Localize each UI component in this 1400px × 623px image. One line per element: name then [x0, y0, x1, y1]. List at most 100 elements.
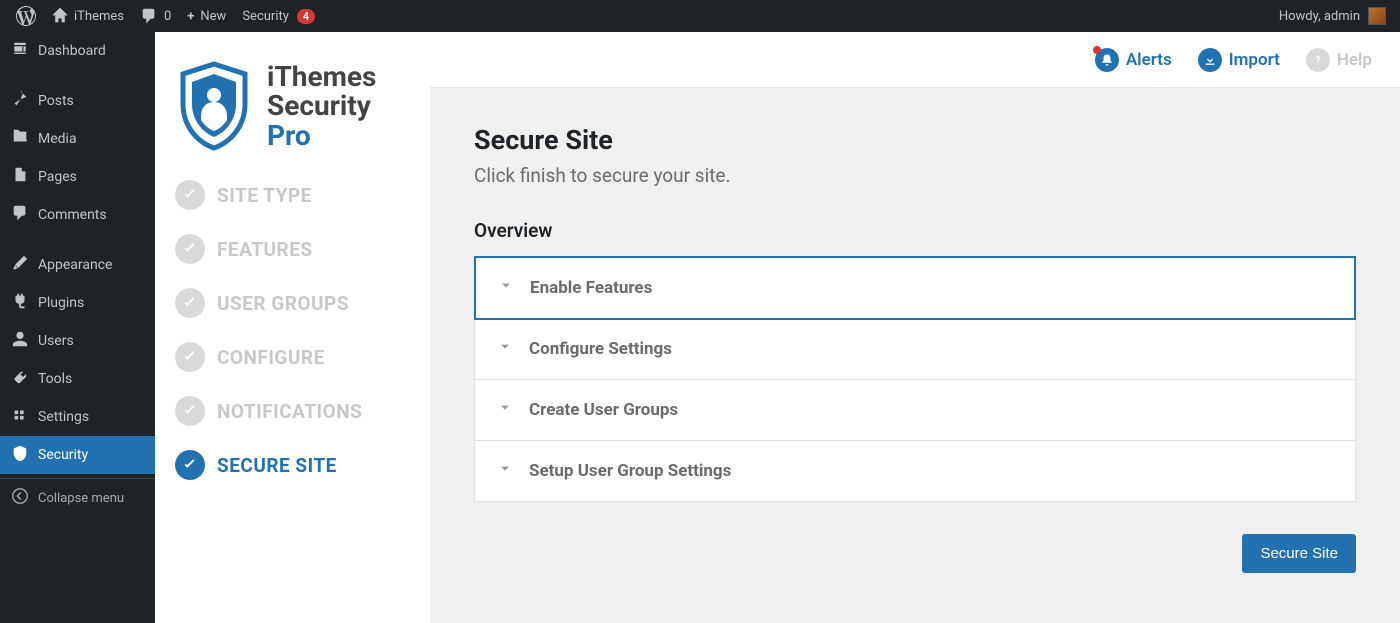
page-title: Secure Site [474, 124, 1356, 156]
greeting-text: Howdy, admin [1279, 9, 1360, 24]
comments-icon [10, 204, 30, 226]
security-label: Security [242, 9, 289, 24]
sidebar-label: Appearance [38, 257, 112, 273]
sidebar-label: Plugins [38, 295, 84, 311]
comment-count: 0 [164, 9, 171, 24]
sidebar-item-security[interactable]: Security [0, 436, 155, 474]
step-site-type[interactable]: SITE TYPE [175, 180, 410, 210]
wordpress-icon [16, 6, 36, 26]
accordion-create-user-groups[interactable]: Create User Groups [475, 380, 1355, 441]
logo-text-2: Security [267, 91, 376, 120]
check-icon [175, 180, 205, 210]
page-subtitle: Click finish to secure your site. [474, 164, 1356, 187]
svg-text:?: ? [1315, 55, 1320, 66]
admin-bar-right[interactable]: Howdy, admin [1279, 7, 1392, 25]
step-features[interactable]: FEATURES [175, 234, 410, 264]
step-label: SECURE SITE [217, 454, 337, 477]
sidebar-item-pages[interactable]: Pages [0, 158, 155, 196]
users-icon [10, 330, 30, 352]
plugins-icon [10, 292, 30, 314]
accordion-setup-user-group-settings[interactable]: Setup User Group Settings [475, 441, 1355, 501]
chevron-down-icon [498, 278, 514, 298]
new-content-link[interactable]: + New [179, 0, 234, 32]
sidebar-label: Settings [38, 409, 89, 425]
shield-logo-icon [175, 60, 253, 152]
site-name-link[interactable]: iThemes [44, 0, 132, 32]
settings-icon [10, 406, 30, 428]
step-label: USER GROUPS [217, 292, 349, 315]
content-area: Alerts Import ? Help Secure Site Click f… [430, 32, 1400, 623]
sidebar-item-plugins[interactable]: Plugins [0, 284, 155, 322]
comment-icon [140, 7, 158, 25]
check-icon [175, 288, 205, 318]
security-badge: 4 [297, 9, 315, 24]
collapse-label: Collapse menu [38, 491, 124, 506]
wp-admin-bar: iThemes 0 + New Security 4 Howdy, admin [0, 0, 1400, 32]
check-icon [175, 234, 205, 264]
collapse-menu[interactable]: Collapse menu [0, 478, 155, 517]
comments-link[interactable]: 0 [132, 0, 179, 32]
overview-accordion: Enable Features Configure Settings Creat… [474, 256, 1356, 502]
check-icon [175, 342, 205, 372]
sidebar-label: Users [38, 333, 74, 349]
sidebar-label: Media [38, 131, 77, 147]
sidebar-label: Posts [38, 93, 74, 109]
step-label: CONFIGURE [217, 346, 325, 369]
accordion-title: Enable Features [530, 278, 652, 298]
import-label: Import [1229, 50, 1280, 70]
step-user-groups[interactable]: USER GROUPS [175, 288, 410, 318]
chevron-down-icon [497, 339, 513, 359]
accordion-title: Setup User Group Settings [529, 461, 731, 481]
sidebar-item-appearance[interactable]: Appearance [0, 246, 155, 284]
home-icon [52, 8, 68, 24]
overview-heading: Overview [474, 219, 1356, 242]
wp-admin-sidebar: Dashboard Posts Media Pages Comments App… [0, 32, 155, 623]
sidebar-item-posts[interactable]: Posts [0, 82, 155, 120]
accordion-title: Configure Settings [529, 339, 672, 359]
help-button[interactable]: ? Help [1306, 48, 1372, 72]
sidebar-item-comments[interactable]: Comments [0, 196, 155, 234]
sidebar-item-settings[interactable]: Settings [0, 398, 155, 436]
step-label: SITE TYPE [217, 184, 312, 207]
accordion-enable-features[interactable]: Enable Features [474, 256, 1356, 320]
step-label: FEATURES [217, 238, 313, 261]
action-row: Secure Site [474, 534, 1356, 573]
avatar [1368, 7, 1386, 25]
secure-site-button[interactable]: Secure Site [1242, 534, 1356, 573]
sidebar-label: Pages [38, 169, 77, 185]
sidebar-label: Tools [38, 371, 72, 387]
chevron-down-icon [497, 461, 513, 481]
logo-text-1: iThemes [267, 62, 376, 91]
sidebar-item-media[interactable]: Media [0, 120, 155, 158]
admin-bar-left: iThemes 0 + New Security 4 [8, 0, 323, 32]
plugin-wizard-sidebar: iThemes Security Pro SITE TYPE FEATURES … [155, 32, 430, 623]
content-body: Secure Site Click finish to secure your … [430, 88, 1400, 623]
step-secure-site[interactable]: SECURE SITE [175, 450, 410, 480]
pin-icon [10, 90, 30, 112]
media-icon [10, 128, 30, 150]
collapse-icon [10, 487, 30, 509]
wp-logo[interactable] [8, 0, 44, 32]
sidebar-item-tools[interactable]: Tools [0, 360, 155, 398]
step-configure[interactable]: CONFIGURE [175, 342, 410, 372]
check-icon [175, 396, 205, 426]
import-button[interactable]: Import [1198, 48, 1280, 72]
appearance-icon [10, 254, 30, 276]
step-notifications[interactable]: NOTIFICATIONS [175, 396, 410, 426]
pages-icon [10, 166, 30, 188]
accordion-configure-settings[interactable]: Configure Settings [475, 319, 1355, 380]
sidebar-item-dashboard[interactable]: Dashboard [0, 32, 155, 70]
sidebar-item-users[interactable]: Users [0, 322, 155, 360]
sidebar-label: Comments [38, 207, 107, 223]
tools-icon [10, 368, 30, 390]
security-link[interactable]: Security 4 [234, 0, 323, 32]
import-icon [1198, 48, 1222, 72]
shield-icon [10, 444, 30, 466]
alerts-button[interactable]: Alerts [1095, 48, 1172, 72]
check-icon [175, 450, 205, 480]
site-name-text: iThemes [74, 9, 124, 24]
new-label: New [200, 9, 226, 24]
help-label: Help [1337, 50, 1372, 70]
content-header: Alerts Import ? Help [430, 32, 1400, 88]
plugin-logo: iThemes Security Pro [175, 60, 410, 152]
